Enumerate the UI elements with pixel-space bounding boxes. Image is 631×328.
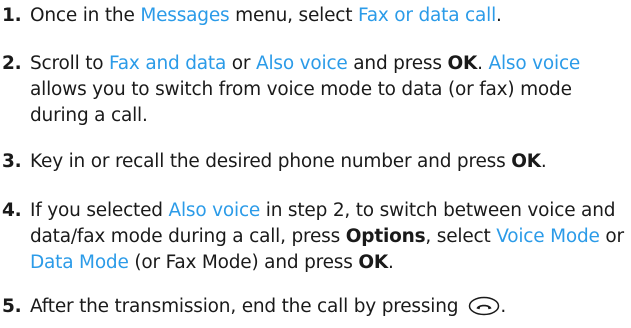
step-4: 4. If you selected Also voice in step 2,…: [0, 198, 631, 276]
step-number: 5.: [2, 296, 22, 317]
step-text: Key in or recall the desired phone numbe…: [30, 151, 547, 172]
step-5: 5. After the transmission, end the call …: [0, 294, 631, 324]
step-text: After the transmission, end the call by …: [30, 294, 625, 324]
key-ok: OK: [358, 252, 389, 273]
step-number: 1.: [2, 5, 22, 26]
menu-term-fax-and-data: Fax and data: [109, 53, 227, 74]
key-options: Options: [345, 226, 426, 247]
menu-term-also-voice: Also voice: [168, 200, 261, 221]
key-ok: OK: [447, 53, 478, 74]
step-number: 2.: [2, 53, 22, 74]
menu-term-also-voice: Also voice: [256, 53, 348, 74]
step-text: Scroll to Fax and data or Also voice and…: [30, 53, 581, 126]
key-ok: OK: [511, 151, 541, 172]
menu-term-also-voice: Also voice: [488, 53, 581, 74]
step-text: Once in the Messages menu, select Fax or…: [30, 5, 502, 26]
menu-term-data-mode: Data Mode: [30, 252, 129, 273]
step-number: 4.: [2, 200, 22, 221]
menu-term-messages: Messages: [140, 5, 230, 26]
step-1: 1. Once in the Messages menu, select Fax…: [0, 3, 631, 29]
step-text: If you selected Also voice in step 2, to…: [30, 200, 624, 273]
step-3: 3. Key in or recall the desired phone nu…: [0, 149, 631, 175]
menu-term-voice-mode: Voice Mode: [496, 226, 600, 247]
end-call-key-icon: [468, 296, 500, 324]
step-2: 2. Scroll to Fax and data or Also voice …: [0, 51, 631, 129]
step-number: 3.: [2, 151, 22, 172]
menu-term-fax-or-data-call: Fax or data call: [357, 5, 497, 26]
